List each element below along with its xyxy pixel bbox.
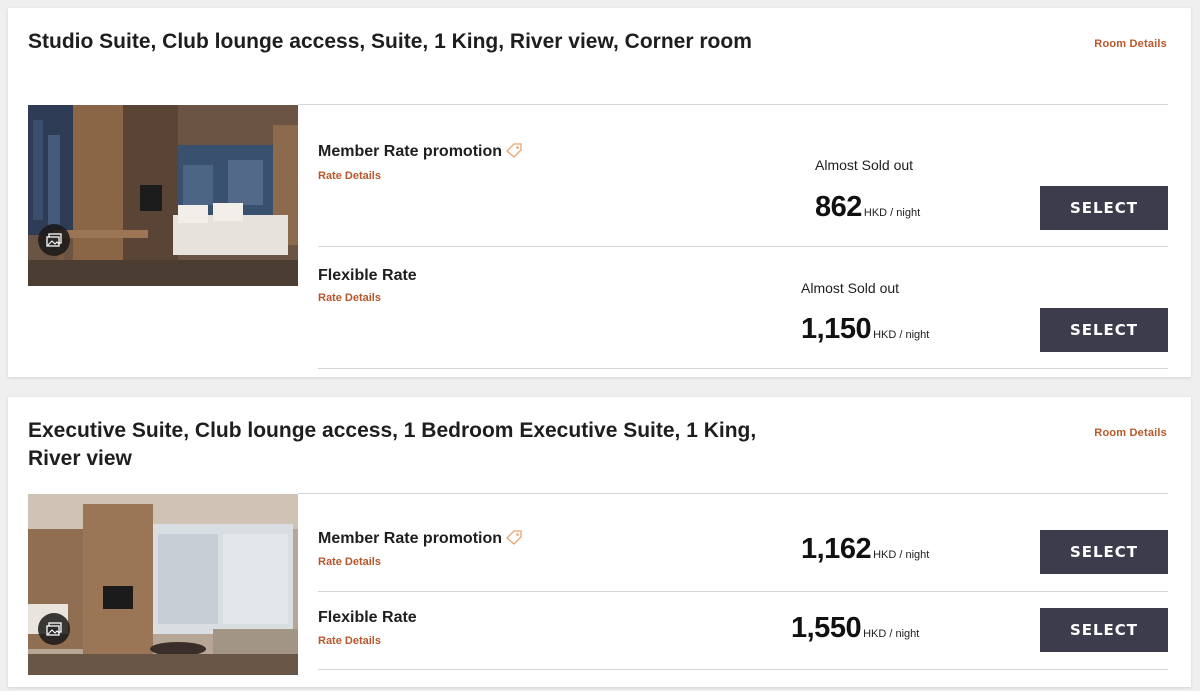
rate-row-member: Member Rate promotion Rate Details 1,162… <box>298 494 1168 591</box>
price-amount: 1,150 <box>801 313 872 345</box>
rate-name: Member Rate promotion <box>318 530 523 550</box>
price-unit: HKD / night <box>873 549 930 561</box>
rate-details-link[interactable]: Rate Details <box>318 556 381 568</box>
price-unit: HKD / night <box>863 207 921 219</box>
price-tag-icon <box>506 530 523 550</box>
room-details-link[interactable]: Room Details <box>1094 427 1167 439</box>
photo-gallery-icon[interactable] <box>38 224 70 256</box>
rate-name-text: Member Rate promotion <box>318 143 503 160</box>
photo-gallery-icon[interactable] <box>38 613 70 645</box>
rate-name: Flexible Rate <box>318 609 417 626</box>
rate-row-flexible: Flexible Rate Rate Details Almost Sold o… <box>298 247 1168 368</box>
room-title: Studio Suite, Club lounge access, Suite,… <box>28 30 752 53</box>
room-details-link[interactable]: Room Details <box>1094 38 1167 50</box>
rate-details-link[interactable]: Rate Details <box>318 292 381 304</box>
select-button[interactable]: SELECT <box>1040 186 1168 230</box>
rate-name-text: Member Rate promotion <box>318 530 503 547</box>
price: 1,162 HKD / night <box>801 533 929 566</box>
availability-status: Almost Sold out <box>801 280 900 296</box>
divider <box>318 669 1168 670</box>
room-card-studio-suite: Studio Suite, Club lounge access, Suite,… <box>8 8 1191 377</box>
rate-name: Flexible Rate <box>318 267 417 284</box>
select-button[interactable]: SELECT <box>1040 530 1168 574</box>
select-button[interactable]: SELECT <box>1040 308 1168 352</box>
price: 1,150 HKD / night <box>801 313 929 346</box>
room-photo-executive <box>28 494 298 675</box>
availability-status: Almost Sold out <box>815 157 914 173</box>
price: 1,550 HKD / night <box>791 612 919 645</box>
room-photo[interactable] <box>28 105 298 286</box>
room-photo[interactable] <box>28 494 298 675</box>
select-button[interactable]: SELECT <box>1040 608 1168 652</box>
price-amount: 1,550 <box>791 612 862 644</box>
price: 862 HKD / night <box>815 191 920 224</box>
divider <box>318 368 1168 369</box>
price-unit: HKD / night <box>863 628 920 640</box>
rate-name: Member Rate promotion <box>318 143 523 163</box>
room-title: Executive Suite, Club lounge access, 1 B… <box>28 419 757 470</box>
room-photo-studio <box>28 105 298 286</box>
price-amount: 1,162 <box>801 533 872 565</box>
rate-row-flexible: Flexible Rate Rate Details 1,550 HKD / ni… <box>298 592 1168 669</box>
room-card-executive-suite: Executive Suite, Club lounge access, 1 B… <box>8 397 1191 687</box>
rate-details-link[interactable]: Rate Details <box>318 635 381 647</box>
rate-details-link[interactable]: Rate Details <box>318 170 381 182</box>
price-unit: HKD / night <box>873 329 930 341</box>
price-tag-icon <box>506 143 523 163</box>
rate-row-member: Member Rate promotion Rate Details Almos… <box>298 105 1168 246</box>
price-amount: 862 <box>815 191 862 223</box>
